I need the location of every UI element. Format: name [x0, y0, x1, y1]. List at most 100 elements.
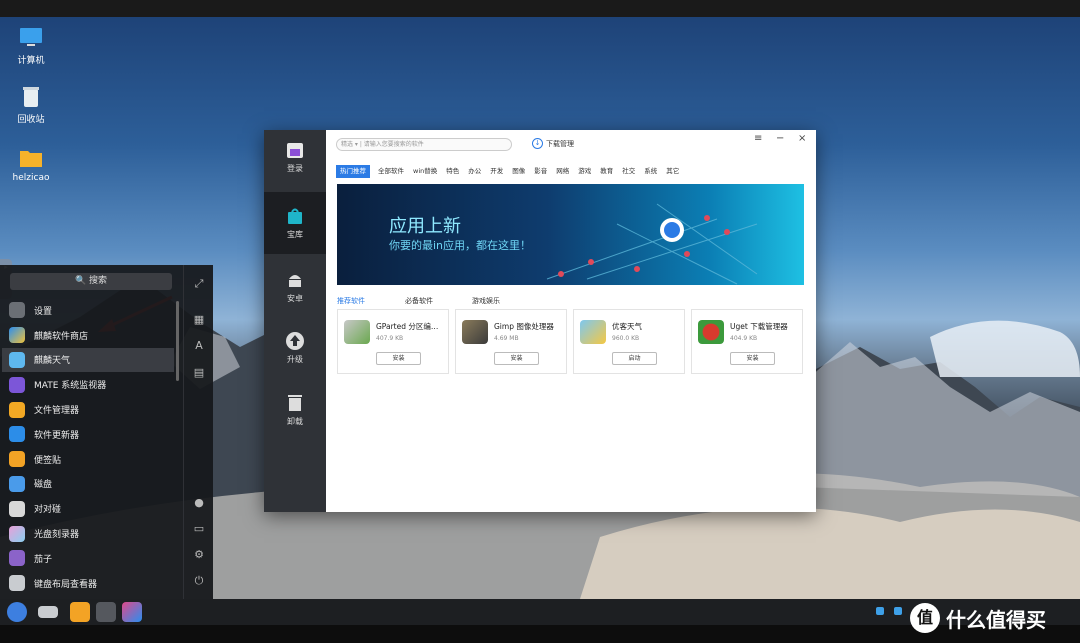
- shopping-bag-icon: [288, 208, 302, 224]
- tab-featured[interactable]: 特色: [446, 165, 459, 178]
- screen-top-bar: [0, 0, 1080, 17]
- app-item-system-monitor[interactable]: MATE 系统监视器: [2, 372, 174, 397]
- taskbar-files-icon[interactable]: [70, 602, 90, 622]
- user-icon[interactable]: ●: [184, 496, 214, 509]
- taskbar-settings-icon[interactable]: [96, 602, 116, 622]
- store-icon: [9, 327, 25, 344]
- install-button[interactable]: 安装: [376, 352, 421, 365]
- tray-icon[interactable]: [894, 607, 902, 615]
- tab-education[interactable]: 教育: [600, 165, 613, 178]
- install-button[interactable]: 安装: [730, 352, 775, 365]
- expand-icon[interactable]: ⤢: [184, 277, 214, 291]
- trash-can-icon: [288, 395, 302, 411]
- uget-icon: [698, 320, 724, 344]
- game-icon: [9, 500, 25, 517]
- tab-network[interactable]: 网络: [556, 165, 569, 178]
- app-item-weather[interactable]: 麒麟天气: [2, 347, 174, 373]
- app-item-label: 光盘刻录器: [34, 530, 80, 541]
- app-size: 404.9 KB: [730, 335, 758, 342]
- weather-sun-icon: [580, 320, 606, 344]
- tab-dev[interactable]: 开发: [490, 165, 503, 178]
- function-view-icon[interactable]: ▤: [184, 366, 214, 379]
- app-item-updater[interactable]: 软件更新器: [2, 422, 174, 447]
- menu-icon[interactable]: ≡: [754, 133, 762, 144]
- search-placeholder: 请输入您要搜索的软件: [363, 141, 424, 148]
- app-size: 960.0 KB: [612, 335, 640, 342]
- tab-games[interactable]: 游戏: [578, 165, 591, 178]
- category-view-icon[interactable]: ▦: [184, 313, 214, 326]
- app-item-file-manager[interactable]: 文件管理器: [2, 397, 174, 422]
- app-card-gimp[interactable]: Gimp 图像处理器 4.69 MB 安装: [455, 309, 567, 374]
- download-manager-button[interactable]: ↓ 下载管理: [532, 138, 574, 149]
- app-card-uget[interactable]: Uget 下载管理器 404.9 KB 安装: [691, 309, 803, 374]
- tab-all[interactable]: 全部软件: [378, 165, 404, 178]
- multitask-icon[interactable]: [38, 606, 58, 618]
- tab-social[interactable]: 社交: [622, 165, 635, 178]
- nav-android[interactable]: 安卓: [264, 270, 326, 310]
- banner-subtitle: 你要的最in应用，都在这里！: [389, 239, 532, 252]
- taskbar-store-icon[interactable]: [122, 602, 142, 622]
- section-essential[interactable]: 必备软件: [405, 296, 433, 306]
- start-menu-search[interactable]: 🔍 搜索: [10, 273, 172, 290]
- alphabet-view-icon[interactable]: A: [184, 339, 214, 352]
- app-item-settings[interactable]: 设置: [2, 298, 174, 323]
- uk-logo-icon: [287, 143, 303, 158]
- app-card-gparted[interactable]: GParted 分区编… 407.9 KB 安装: [337, 309, 449, 374]
- app-item-match-game[interactable]: 对对碰: [2, 496, 174, 521]
- app-item-disks[interactable]: 磁盘: [2, 472, 174, 497]
- android-icon: [289, 275, 301, 287]
- close-icon[interactable]: ×: [798, 133, 806, 144]
- install-button[interactable]: 安装: [494, 352, 539, 365]
- nav-uninstall[interactable]: 卸载: [264, 393, 326, 433]
- nav-library[interactable]: 宝库: [264, 192, 326, 254]
- tab-win-replace[interactable]: win替换: [413, 165, 437, 178]
- nav-label: 升级: [287, 355, 303, 364]
- category-select[interactable]: 精选: [341, 141, 353, 148]
- monitor-icon: [9, 376, 25, 393]
- app-name: Gimp 图像处理器: [494, 322, 554, 331]
- camera-icon: [9, 550, 25, 567]
- tray-icon[interactable]: [876, 607, 884, 615]
- tab-office[interactable]: 办公: [468, 165, 481, 178]
- updater-icon: [9, 426, 25, 443]
- app-item-cheese[interactable]: 茄子: [2, 546, 174, 571]
- app-item-sticky-notes[interactable]: 便签贴: [2, 447, 174, 472]
- watermark-logo: 值: [910, 603, 940, 633]
- app-card-weather[interactable]: 优客天气 960.0 KB 启动: [573, 309, 685, 374]
- section-recommended[interactable]: 推荐软件: [337, 296, 365, 306]
- app-name: Uget 下载管理器: [730, 322, 788, 331]
- menu-scrollbar[interactable]: [176, 301, 179, 381]
- category-tabs: 热门推荐 全部软件 win替换 特色 办公 开发 图像 影音 网络 游戏 教育 …: [336, 165, 688, 178]
- disc-icon: [9, 525, 25, 542]
- menu-side-bar: ⤢ ▦ A ▤ ● ▭ ⚙ ⏻: [183, 265, 213, 599]
- tab-system[interactable]: 系统: [644, 165, 657, 178]
- app-item-keyboard-viewer[interactable]: 键盘布局查看器: [2, 571, 174, 596]
- app-item-software-store[interactable]: 麒麟软件商店: [2, 323, 174, 348]
- power-icon[interactable]: ⏻: [184, 574, 214, 588]
- tab-hot[interactable]: 热门推荐: [336, 165, 370, 178]
- store-sidebar: 登录 宝库 安卓 升级 卸载: [264, 130, 326, 512]
- section-games[interactable]: 游戏娱乐: [472, 296, 500, 306]
- watermark: 值 什么值得买: [910, 603, 1046, 633]
- disk-icon: [9, 475, 25, 492]
- nav-upgrade[interactable]: 升级: [264, 331, 326, 371]
- app-item-label: 文件管理器: [34, 406, 80, 417]
- tab-media[interactable]: 影音: [534, 165, 547, 178]
- settings-gear-icon[interactable]: ⚙: [184, 548, 214, 561]
- promo-banner[interactable]: 应用上新 你要的最in应用，都在这里！: [337, 184, 804, 285]
- app-item-disc-burner[interactable]: 光盘刻录器: [2, 521, 174, 546]
- start-button-icon[interactable]: [7, 602, 27, 622]
- nav-login[interactable]: 登录: [264, 140, 326, 190]
- computer-icon[interactable]: ▭: [184, 522, 214, 535]
- nav-label: 卸载: [287, 417, 303, 426]
- download-icon: ↓: [532, 138, 543, 149]
- tab-other[interactable]: 其它: [666, 165, 679, 178]
- nav-label: 宝库: [287, 230, 303, 239]
- app-item-label: 设置: [34, 306, 53, 317]
- search-box[interactable]: 精选 ▾ | 请输入您要搜索的软件: [336, 138, 512, 151]
- launch-button[interactable]: 启动: [612, 352, 657, 365]
- app-item-label: 键盘布局查看器: [34, 579, 98, 590]
- tab-image[interactable]: 图像: [512, 165, 525, 178]
- app-item-label: 茄子: [34, 554, 53, 565]
- minimize-icon[interactable]: −: [776, 133, 784, 144]
